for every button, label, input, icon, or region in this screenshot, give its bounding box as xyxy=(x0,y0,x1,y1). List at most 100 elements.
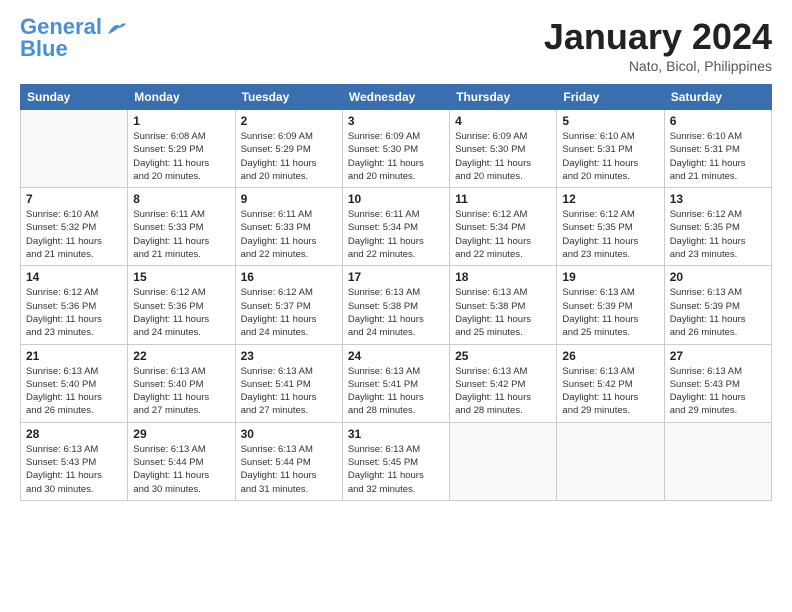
day-info: Sunrise: 6:13 AM Sunset: 5:40 PM Dayligh… xyxy=(26,365,122,418)
day-info: Sunrise: 6:13 AM Sunset: 5:41 PM Dayligh… xyxy=(348,365,444,418)
day-number: 24 xyxy=(348,349,444,363)
calendar-cell: 18 Sunrise: 6:13 AM Sunset: 5:38 PM Dayli… xyxy=(450,266,557,344)
day-info: Sunrise: 6:12 AM Sunset: 5:37 PM Dayligh… xyxy=(241,286,337,339)
calendar-subtitle: Nato, Bicol, Philippines xyxy=(544,58,772,74)
day-number: 2 xyxy=(241,114,337,128)
calendar-cell: 27 Sunrise: 6:13 AM Sunset: 5:43 PM Dayli… xyxy=(664,344,771,422)
calendar-cell: 31 Sunrise: 6:13 AM Sunset: 5:45 PM Dayli… xyxy=(342,422,449,500)
day-info: Sunrise: 6:09 AM Sunset: 5:30 PM Dayligh… xyxy=(455,130,551,183)
day-info: Sunrise: 6:13 AM Sunset: 5:39 PM Dayligh… xyxy=(562,286,658,339)
day-info: Sunrise: 6:13 AM Sunset: 5:44 PM Dayligh… xyxy=(241,443,337,496)
day-info: Sunrise: 6:13 AM Sunset: 5:45 PM Dayligh… xyxy=(348,443,444,496)
day-number: 12 xyxy=(562,192,658,206)
day-number: 19 xyxy=(562,270,658,284)
calendar-cell: 22 Sunrise: 6:13 AM Sunset: 5:40 PM Dayli… xyxy=(128,344,235,422)
calendar-week-row: 1 Sunrise: 6:08 AM Sunset: 5:29 PM Daylig… xyxy=(21,110,772,188)
day-number: 11 xyxy=(455,192,551,206)
day-number: 22 xyxy=(133,349,229,363)
calendar-cell: 14Sunrise: 6:12 AM Sunset: 5:36 PM Dayli… xyxy=(21,266,128,344)
day-number: 7 xyxy=(26,192,122,206)
day-number: 14 xyxy=(26,270,122,284)
calendar-cell xyxy=(664,422,771,500)
calendar-cell: 19 Sunrise: 6:13 AM Sunset: 5:39 PM Dayli… xyxy=(557,266,664,344)
calendar-cell: 29 Sunrise: 6:13 AM Sunset: 5:44 PM Dayli… xyxy=(128,422,235,500)
day-number: 5 xyxy=(562,114,658,128)
weekday-header: Monday xyxy=(128,85,235,110)
calendar-cell: 28 Sunrise: 6:13 AM Sunset: 5:43 PM Dayli… xyxy=(21,422,128,500)
day-number: 1 xyxy=(133,114,229,128)
day-info: Sunrise: 6:13 AM Sunset: 5:44 PM Dayligh… xyxy=(133,443,229,496)
day-info: Sunrise: 6:13 AM Sunset: 5:40 PM Dayligh… xyxy=(133,365,229,418)
weekday-header-row: SundayMondayTuesdayWednesdayThursdayFrid… xyxy=(21,85,772,110)
day-number: 15 xyxy=(133,270,229,284)
day-number: 30 xyxy=(241,427,337,441)
day-number: 13 xyxy=(670,192,766,206)
day-number: 26 xyxy=(562,349,658,363)
calendar-cell: 9Sunrise: 6:11 AM Sunset: 5:33 PM Daylig… xyxy=(235,188,342,266)
day-number: 18 xyxy=(455,270,551,284)
logo-bird-icon xyxy=(106,20,128,38)
day-info: Sunrise: 6:12 AM Sunset: 5:36 PM Dayligh… xyxy=(133,286,229,339)
day-number: 9 xyxy=(241,192,337,206)
day-number: 21 xyxy=(26,349,122,363)
day-number: 28 xyxy=(26,427,122,441)
weekday-header: Saturday xyxy=(664,85,771,110)
page: General Blue January 2024 Nato, Bicol, P… xyxy=(0,0,792,612)
calendar-week-row: 14 Sunrise: 6:12 AM Sunset: 5:36 PM Dayli… xyxy=(21,266,772,344)
day-number: 23 xyxy=(241,349,337,363)
title-block: January 2024 Nato, Bicol, Philippines xyxy=(544,16,772,74)
day-info: Sunrise: 6:13 AM Sunset: 5:38 PM Dayligh… xyxy=(455,286,551,339)
day-info: Sunrise: 6:11 AM Sunset: 5:33 PM Dayligh… xyxy=(133,208,229,261)
day-number: 6 xyxy=(670,114,766,128)
calendar-cell: 10Sunrise: 6:11 AM Sunset: 5:34 PM Dayli… xyxy=(342,188,449,266)
day-info: Sunrise: 6:12 AM Sunset: 5:34 PM Dayligh… xyxy=(455,208,551,261)
day-info: Sunrise: 6:09 AM Sunset: 5:29 PM Dayligh… xyxy=(241,130,337,183)
day-info: Sunrise: 6:10 AM Sunset: 5:32 PM Dayligh… xyxy=(26,208,122,261)
day-info: Sunrise: 6:11 AM Sunset: 5:34 PM Dayligh… xyxy=(348,208,444,261)
calendar-cell xyxy=(450,422,557,500)
logo-blue: Blue xyxy=(20,36,68,61)
day-number: 8 xyxy=(133,192,229,206)
calendar-title: January 2024 xyxy=(544,16,772,58)
calendar-cell: 11 Sunrise: 6:12 AM Sunset: 5:34 PM Dayli… xyxy=(450,188,557,266)
day-info: Sunrise: 6:13 AM Sunset: 5:43 PM Dayligh… xyxy=(670,365,766,418)
day-number: 31 xyxy=(348,427,444,441)
day-info: Sunrise: 6:13 AM Sunset: 5:41 PM Dayligh… xyxy=(241,365,337,418)
day-number: 27 xyxy=(670,349,766,363)
calendar-week-row: 21 Sunrise: 6:13 AM Sunset: 5:40 PM Dayli… xyxy=(21,344,772,422)
calendar-cell: 5Sunrise: 6:10 AM Sunset: 5:31 PM Daylig… xyxy=(557,110,664,188)
calendar-cell: 24 Sunrise: 6:13 AM Sunset: 5:41 PM Dayli… xyxy=(342,344,449,422)
calendar-cell: 16 Sunrise: 6:12 AM Sunset: 5:37 PM Dayli… xyxy=(235,266,342,344)
day-info: Sunrise: 6:08 AM Sunset: 5:29 PM Dayligh… xyxy=(133,130,229,183)
logo-text: General Blue xyxy=(20,16,102,60)
calendar-cell: 13Sunrise: 6:12 AM Sunset: 5:35 PM Dayli… xyxy=(664,188,771,266)
calendar-cell xyxy=(21,110,128,188)
calendar-cell: 15 Sunrise: 6:12 AM Sunset: 5:36 PM Dayli… xyxy=(128,266,235,344)
day-number: 17 xyxy=(348,270,444,284)
day-number: 16 xyxy=(241,270,337,284)
weekday-header: Thursday xyxy=(450,85,557,110)
logo: General Blue xyxy=(20,16,128,60)
weekday-header: Friday xyxy=(557,85,664,110)
day-number: 25 xyxy=(455,349,551,363)
day-info: Sunrise: 6:12 AM Sunset: 5:35 PM Dayligh… xyxy=(562,208,658,261)
day-number: 4 xyxy=(455,114,551,128)
weekday-header: Wednesday xyxy=(342,85,449,110)
calendar-cell: 25Sunrise: 6:13 AM Sunset: 5:42 PM Dayli… xyxy=(450,344,557,422)
day-info: Sunrise: 6:13 AM Sunset: 5:42 PM Dayligh… xyxy=(562,365,658,418)
day-number: 29 xyxy=(133,427,229,441)
calendar-cell: 4 Sunrise: 6:09 AM Sunset: 5:30 PM Daylig… xyxy=(450,110,557,188)
day-info: Sunrise: 6:13 AM Sunset: 5:39 PM Dayligh… xyxy=(670,286,766,339)
calendar-cell: 12 Sunrise: 6:12 AM Sunset: 5:35 PM Dayli… xyxy=(557,188,664,266)
day-info: Sunrise: 6:13 AM Sunset: 5:38 PM Dayligh… xyxy=(348,286,444,339)
weekday-header: Sunday xyxy=(21,85,128,110)
header: General Blue January 2024 Nato, Bicol, P… xyxy=(20,16,772,74)
calendar-cell: 6Sunrise: 6:10 AM Sunset: 5:31 PM Daylig… xyxy=(664,110,771,188)
calendar-cell: 7 Sunrise: 6:10 AM Sunset: 5:32 PM Daylig… xyxy=(21,188,128,266)
day-info: Sunrise: 6:13 AM Sunset: 5:43 PM Dayligh… xyxy=(26,443,122,496)
weekday-header: Tuesday xyxy=(235,85,342,110)
calendar-table: SundayMondayTuesdayWednesdayThursdayFrid… xyxy=(20,84,772,501)
calendar-cell: 17 Sunrise: 6:13 AM Sunset: 5:38 PM Dayli… xyxy=(342,266,449,344)
day-number: 3 xyxy=(348,114,444,128)
day-info: Sunrise: 6:09 AM Sunset: 5:30 PM Dayligh… xyxy=(348,130,444,183)
